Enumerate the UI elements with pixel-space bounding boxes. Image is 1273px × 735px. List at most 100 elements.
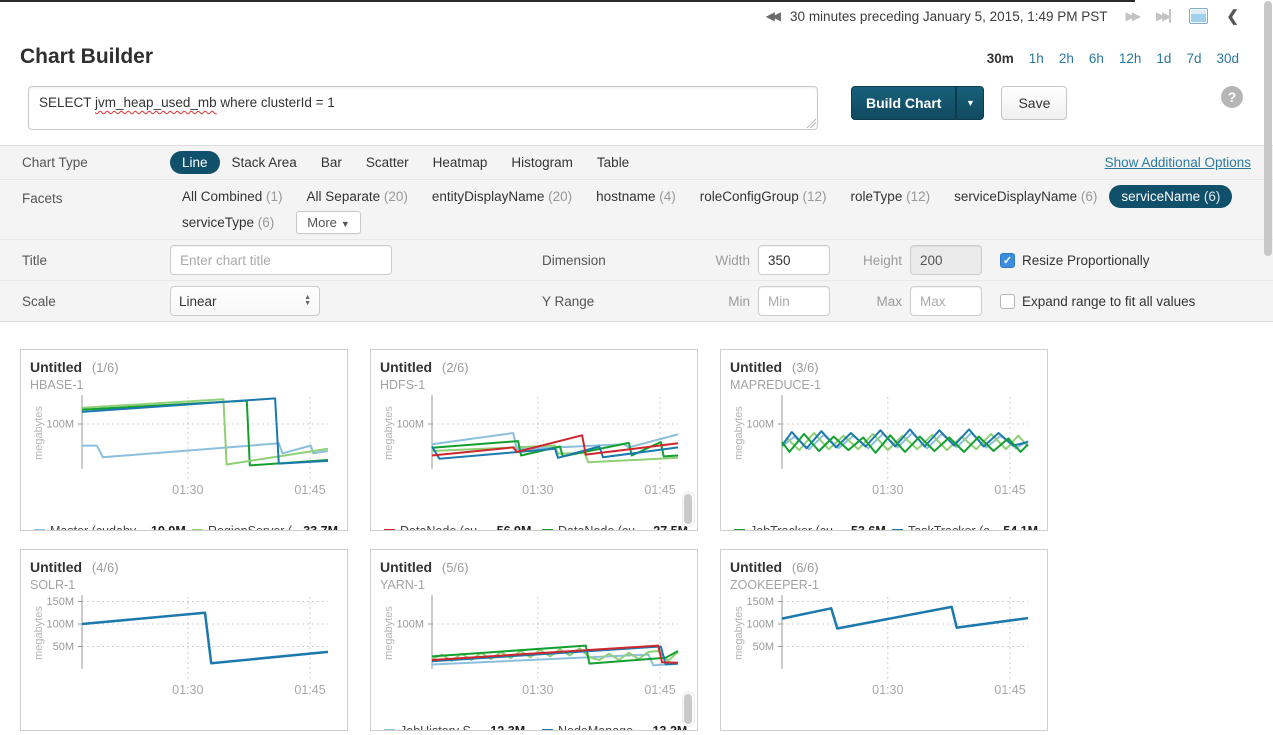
query-row: SELECT jvm_heap_used_mb where clusterId … <box>0 86 1273 130</box>
save-button[interactable]: Save <box>1001 86 1067 120</box>
chart-legend: JobHistory S…12.3MNodeManage…13.2MNodeMa… <box>380 724 688 731</box>
expand-range-option[interactable]: Expand range to fit all values <box>1000 294 1195 309</box>
chart-type-stack-area[interactable]: Stack Area <box>220 151 309 174</box>
y-tick-label: 100M <box>46 619 74 631</box>
title-row: Chart Builder 30m 1h 2h 6h 12h 1d 7d 30d <box>0 45 1273 69</box>
legend-item[interactable]: JobHistory S…12.3M <box>384 724 542 731</box>
resize-proportionally-label: Resize Proportionally <box>1022 253 1150 268</box>
chart-type-histogram[interactable]: Histogram <box>499 151 585 174</box>
query-metric-name: jvm_heap_used_mb <box>95 95 217 110</box>
chart-card: Untitled (5/6) YARN-1 megabytes100M01:30… <box>370 549 698 731</box>
chart-card: Untitled (6/6) ZOOKEEPER-1 megabytes150M… <box>720 549 1048 731</box>
legend-item[interactable]: NodeManage…13.2M <box>542 724 688 731</box>
time-navigation-bar: ◀◀ 30 minutes preceding January 5, 2015,… <box>0 0 1273 25</box>
time-range-1d[interactable]: 1d <box>1156 51 1171 66</box>
chart-card: Untitled (3/6) MAPREDUCE-1 megabytes100M… <box>720 349 1048 531</box>
line-chart-svg: megabytes100M01:3001:45 <box>380 593 686 719</box>
legend-label: JobTracker (cu… <box>750 524 844 531</box>
chart-title: Untitled <box>30 359 82 375</box>
resize-proportionally-option[interactable]: ✓ Resize Proportionally <box>1000 253 1150 268</box>
time-range-30d[interactable]: 30d <box>1216 51 1239 66</box>
legend-item[interactable]: Master (cudahy…19.9M <box>34 524 192 531</box>
chart-type-label: Chart Type <box>22 155 170 170</box>
chart-title: Untitled <box>30 559 82 575</box>
legend-item[interactable]: DataNode (cu…56.9M <box>384 524 542 531</box>
legend-item[interactable]: TaskTracker (c…54.1M <box>892 524 1038 531</box>
time-range-12h[interactable]: 12h <box>1119 51 1142 66</box>
facet-servicetype[interactable]: serviceType (6) <box>170 211 286 234</box>
scale-select[interactable]: Linear ▲▼ <box>170 286 320 316</box>
facet-all-separate[interactable]: All Separate (20) <box>295 185 420 208</box>
fast-forward-icon[interactable]: ▶▶ <box>1125 9 1137 23</box>
legend-scrollbar-thumb[interactable] <box>684 694 692 724</box>
y-axis-label: megabytes <box>733 406 745 460</box>
time-range-2h[interactable]: 2h <box>1059 51 1074 66</box>
facet-roletype[interactable]: roleType (12) <box>839 185 943 208</box>
width-input[interactable] <box>758 245 830 275</box>
legend-item[interactable]: JobTracker (cu…53.6M <box>734 524 892 531</box>
build-chart-dropdown-caret[interactable]: ▼ <box>956 86 984 120</box>
chart-title-input[interactable] <box>170 245 392 275</box>
chart-card-header: Untitled (2/6) <box>380 358 688 377</box>
yrange-max-input[interactable] <box>910 286 982 316</box>
y-tick-label: 100M <box>46 419 74 431</box>
title-label: Title <box>22 253 170 268</box>
facet-servicename[interactable]: serviceName (6) <box>1109 185 1232 208</box>
expand-range-checkbox[interactable] <box>1000 294 1015 309</box>
scale-selected-value: Linear <box>179 294 217 309</box>
chart-subtitle: ZOOKEEPER-1 <box>730 578 1038 593</box>
legend-label: RegionServer (… <box>208 524 296 531</box>
facet-all-combined[interactable]: All Combined (1) <box>170 185 295 208</box>
chart-card-header: Untitled (3/6) <box>730 358 1038 377</box>
facet-roleconfiggroup[interactable]: roleConfigGroup (12) <box>688 185 839 208</box>
facet-servicedisplayname[interactable]: serviceDisplayName (6) <box>942 185 1109 208</box>
yrange-min-input[interactable] <box>758 286 830 316</box>
chart-type-line[interactable]: Line <box>170 151 220 174</box>
chart-type-bar[interactable]: Bar <box>309 151 354 174</box>
rewind-icon[interactable]: ◀◀ <box>766 9 778 23</box>
page-scrollbar-thumb[interactable] <box>1264 1 1272 256</box>
query-text-suffix: where clusterId = 1 <box>217 95 335 110</box>
time-range-1h[interactable]: 1h <box>1029 51 1044 66</box>
show-additional-options-link[interactable]: Show Additional Options <box>1105 155 1251 170</box>
y-axis-label: megabytes <box>383 606 395 660</box>
config-panel: Chart Type LineStack AreaBarScatterHeatm… <box>0 145 1273 322</box>
help-icon[interactable]: ? <box>1221 86 1243 108</box>
y-axis-label: megabytes <box>33 606 45 660</box>
textarea-resize-grip[interactable] <box>805 117 816 128</box>
skip-to-now-icon[interactable]: ▶▶ <box>1156 9 1171 23</box>
facet-entitydisplayname[interactable]: entityDisplayName (20) <box>420 185 584 208</box>
chart-type-table[interactable]: Table <box>585 151 641 174</box>
legend-swatch <box>734 529 745 531</box>
x-tick-label: 01:30 <box>172 483 203 497</box>
time-range-7d[interactable]: 7d <box>1186 51 1201 66</box>
chart-subtitle: HDFS-1 <box>380 378 688 393</box>
chart-type-heatmap[interactable]: Heatmap <box>421 151 500 174</box>
y-tick-label: 100M <box>746 619 774 631</box>
x-tick-label: 01:45 <box>294 483 325 497</box>
facets-more-button[interactable]: More▼ <box>296 211 361 234</box>
time-range-6h[interactable]: 6h <box>1089 51 1104 66</box>
legend-scrollbar-track <box>682 491 695 527</box>
expand-range-label: Expand range to fit all values <box>1022 294 1195 309</box>
x-tick-label: 01:45 <box>644 483 675 497</box>
line-chart-svg: megabytes150M100M50M01:3001:45 <box>730 593 1036 719</box>
page-title: Chart Builder <box>20 45 987 69</box>
chart-index: (6/6) <box>792 560 819 575</box>
chevron-down-icon: ▼ <box>341 219 350 229</box>
legend-scrollbar-thumb[interactable] <box>684 494 692 524</box>
chart-index: (1/6) <box>92 360 119 375</box>
facet-hostname[interactable]: hostname (4) <box>584 185 688 208</box>
query-input[interactable]: SELECT jvm_heap_used_mb where clusterId … <box>28 86 818 130</box>
resize-proportionally-checkbox[interactable]: ✓ <box>1000 253 1015 268</box>
date-picker-icon[interactable] <box>1189 8 1208 24</box>
legend-item[interactable]: RegionServer (…33.7M <box>192 524 338 531</box>
chart-legend: JobTracker (cu…53.6MTaskTracker (c…54.1M… <box>730 524 1038 531</box>
collapse-left-icon[interactable]: ❮ <box>1226 7 1239 25</box>
chart-type-scatter[interactable]: Scatter <box>354 151 421 174</box>
build-chart-button[interactable]: Build Chart <box>851 86 956 120</box>
charts-grid: Untitled (1/6) HBASE-1 megabytes100M01:3… <box>20 349 1273 731</box>
chart-plot-area: megabytes150M100M50M01:3001:45 <box>730 593 1038 722</box>
legend-item[interactable]: DataNode (cu…27.5M <box>542 524 688 531</box>
time-range-30m[interactable]: 30m <box>987 51 1014 66</box>
